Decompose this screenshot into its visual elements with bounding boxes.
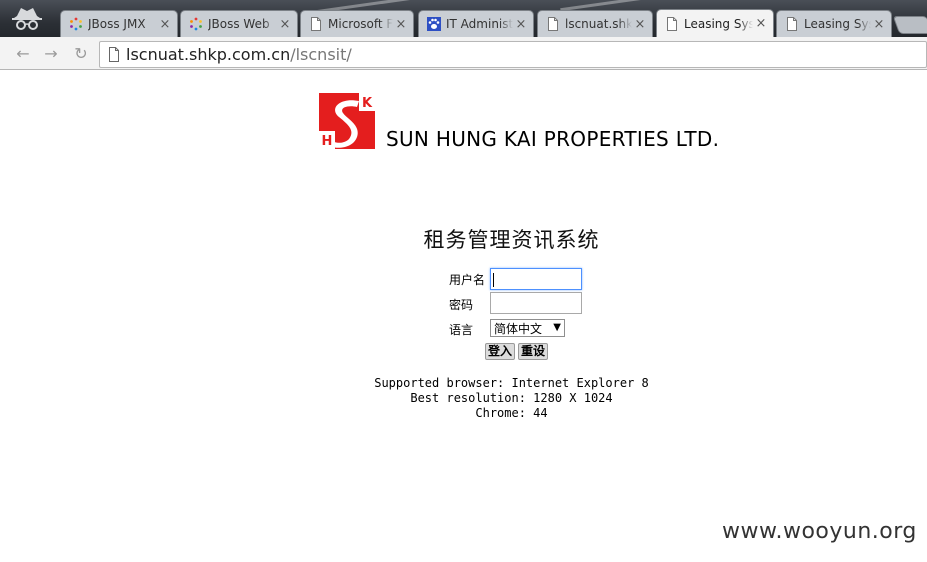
tab-jboss-web[interactable]: JBoss Web × (180, 10, 298, 37)
password-input[interactable] (490, 292, 582, 314)
language-selected-value: 简体中文 (494, 321, 543, 336)
tab-close-icon[interactable]: × (513, 17, 529, 32)
address-bar[interactable]: lscnuat.shkp.com.cn/lscnsit/ (99, 41, 927, 68)
page-icon (109, 47, 119, 62)
tab-it-administration[interactable]: IT Administ × (418, 10, 534, 37)
tab-microsoft[interactable]: Microsoft F × (300, 10, 414, 37)
tab-leasing-system-active[interactable]: Leasing Sys × (656, 9, 774, 37)
url-host: lscnuat.shkp.com.cn (126, 45, 291, 64)
tab-leasing-system[interactable]: Leasing Sys × (776, 10, 892, 37)
tab-title: JBoss Web (208, 17, 270, 31)
chevron-down-icon: ▼ (553, 322, 561, 333)
page-title: 租务管理资讯系统 (423, 228, 600, 252)
jboss-icon (190, 17, 202, 31)
page-icon (667, 16, 677, 31)
company-name: SUN HUNG KAI PROPERTIES LTD. (386, 127, 720, 151)
page-icon (311, 17, 321, 31)
browser-tab-strip: JBoss JMX × JBoss Web × Microsoft F × IT… (0, 0, 927, 37)
tab-jboss-jmx[interactable]: JBoss JMX × (60, 10, 178, 37)
page-content: K H SUN HUNG KAI PROPERTIES LTD. 租务管理资讯系… (0, 71, 927, 562)
page-icon (548, 17, 558, 31)
logo-letter-h: H (322, 134, 333, 149)
password-label: 密码 (449, 298, 474, 312)
tab-title: Leasing Sys (684, 16, 753, 31)
new-tab-button[interactable] (892, 16, 927, 34)
tab-title: Leasing Sys (804, 17, 871, 31)
watermark: www.wooyun.org (722, 519, 917, 544)
paw-icon (427, 17, 441, 31)
forward-arrow-icon[interactable]: → (42, 45, 60, 63)
url-path: /lscnsit/ (290, 45, 352, 64)
page-icon (787, 17, 797, 31)
reset-button[interactable]: 重设 (518, 343, 549, 360)
logo-letter-k: K (362, 96, 373, 111)
tab-close-icon[interactable]: × (632, 17, 648, 32)
url-text: lscnuat.shkp.com.cn/lscnsit/ (126, 45, 352, 64)
tab-title: lscnuat.shk (565, 17, 632, 31)
tab-close-icon[interactable]: × (871, 17, 887, 32)
tab-title: Microsoft F (328, 17, 393, 31)
tab-close-icon[interactable]: × (393, 17, 409, 32)
best-resolution-note: Best resolution: 1280 X 1024 (410, 391, 613, 405)
language-label: 语言 (449, 323, 474, 337)
chrome-version-note: Chrome: 44 (475, 406, 548, 420)
language-select[interactable]: 简体中文 ▼ (490, 319, 565, 337)
tab-title: JBoss JMX (88, 17, 146, 31)
browser-toolbar: ← → ↻ lscnuat.shkp.com.cn/lscnsit/ (0, 37, 927, 70)
tab-title: IT Administ (446, 17, 513, 31)
reload-icon[interactable]: ↻ (72, 45, 90, 63)
tab-close-icon[interactable]: × (157, 17, 173, 32)
text-caret (493, 273, 494, 287)
tab-lscnuat[interactable]: lscnuat.shk × (537, 10, 653, 37)
back-arrow-icon[interactable]: ← (14, 45, 32, 63)
incognito-icon (12, 8, 42, 30)
tab-close-icon[interactable]: × (753, 16, 769, 31)
tab-close-icon[interactable]: × (277, 17, 293, 32)
login-button[interactable]: 登入 (485, 343, 516, 360)
username-label: 用户名 (449, 273, 486, 287)
shkp-logo-icon: K H (319, 93, 375, 149)
username-input[interactable] (490, 268, 582, 290)
supported-browser-note: Supported browser: Internet Explorer 8 (374, 376, 649, 390)
jboss-icon (70, 17, 82, 31)
